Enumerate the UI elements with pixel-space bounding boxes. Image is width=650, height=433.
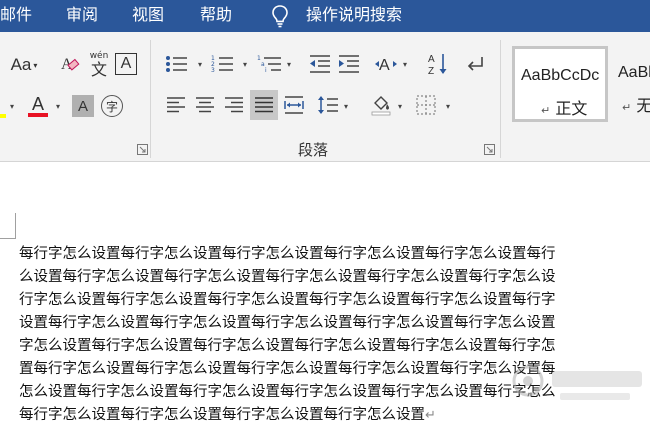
phonetic-char: 文 — [90, 60, 107, 79]
chevron-down-icon[interactable]: ▾ — [344, 103, 348, 111]
document-line[interactable]: 字怎么设置每行字怎么设置每行字怎么设置每行字怎么设置每行字怎么设置每行字怎 — [19, 337, 556, 355]
margin-corner-mark — [0, 213, 16, 239]
character-shading-label: A — [77, 97, 88, 115]
menu-mailings[interactable]: 邮件 — [0, 4, 32, 26]
borders-button[interactable] — [414, 92, 438, 118]
align-center-icon — [196, 97, 214, 113]
align-left-button[interactable] — [164, 92, 188, 118]
document-line[interactable]: 每行字怎么设置每行字怎么设置每行字怎么设置每行字怎么设置每行字怎么设置每行 — [19, 245, 556, 263]
character-border-label: A — [120, 55, 132, 72]
change-case-button[interactable]: Aa ▾ — [4, 52, 44, 78]
decrease-indent-button[interactable] — [307, 52, 333, 76]
justify-button[interactable] — [250, 90, 278, 120]
chevron-down-icon[interactable]: ▾ — [287, 61, 291, 69]
document-line[interactable]: 行字怎么设置每行字怎么设置每行字怎么设置每行字怎么设置每行字怎么设置每行字 — [19, 291, 556, 309]
sort-icon: A Z — [428, 54, 447, 77]
style-name-text: 正文 — [555, 99, 588, 118]
chinese-layout-button[interactable]: A — [372, 52, 400, 76]
svg-text:i: i — [265, 67, 267, 74]
style-sample: AaBl — [618, 64, 650, 81]
numbering-icon: 1 2 3 — [211, 55, 233, 74]
borders-icon — [416, 95, 436, 115]
bullets-button[interactable] — [164, 52, 190, 76]
phonetic-guide-button[interactable]: wén 文 — [86, 50, 112, 80]
chevron-down-icon: ▾ — [33, 60, 38, 70]
svg-text:A: A — [379, 57, 390, 74]
increase-indent-button[interactable] — [336, 52, 362, 76]
line-spacing-button[interactable] — [316, 92, 340, 118]
multilevel-list-button[interactable]: 1 a i — [256, 52, 286, 76]
clear-formatting-icon: A — [61, 56, 80, 73]
character-shading-button[interactable]: A — [72, 95, 94, 117]
document-line[interactable]: 置每行字怎么设置每行字怎么设置每行字怎么设置每行字怎么设置每行字怎么设置每 — [19, 360, 556, 378]
group-separator — [500, 40, 501, 158]
document-line[interactable]: 怎么设置每行字怎么设置每行字怎么设置每行字怎么设置每行字怎么设置每行字怎么 — [19, 383, 556, 401]
tell-me-search[interactable]: 操作说明搜索 — [306, 4, 402, 26]
sort-button[interactable]: A Z — [426, 50, 450, 78]
style-name-text: 无 — [636, 96, 650, 115]
document-line[interactable]: 么设置每行字怎么设置每行字怎么设置每行字怎么设置每行字怎么设置每行字怎么设 — [19, 268, 556, 286]
decrease-indent-icon — [310, 55, 330, 73]
enclose-characters-label: 字 — [105, 99, 118, 114]
chinese-layout-icon: A — [375, 57, 397, 74]
chevron-down-icon[interactable]: ▾ — [243, 61, 247, 69]
align-left-icon — [167, 97, 185, 113]
justify-icon — [255, 97, 273, 113]
menu-view[interactable]: 视图 — [132, 4, 164, 26]
align-right-button[interactable] — [222, 92, 246, 118]
style-no-spacing[interactable]: AaBl ↵ 无 — [610, 49, 650, 119]
numbering-button[interactable]: 1 2 3 — [210, 52, 236, 76]
style-sample: AaBbCcDc — [521, 67, 600, 84]
chevron-down-icon[interactable]: ▾ — [198, 61, 202, 69]
menu-help[interactable]: 帮助 — [200, 4, 232, 26]
increase-indent-icon — [339, 55, 359, 73]
align-right-icon — [225, 97, 243, 113]
style-name: ↵ 无 — [622, 92, 650, 116]
paint-bucket-icon — [371, 96, 391, 116]
multilevel-list-icon: 1 a i — [257, 55, 281, 74]
chevron-down-icon[interactable]: ▾ — [446, 103, 450, 111]
line-spacing-icon — [318, 96, 338, 114]
document-page[interactable]: 每行字怎么设置每行字怎么设置每行字怎么设置每行字怎么设置每行字怎么设置每行 么设… — [0, 163, 650, 433]
paragraph-mark-icon — [467, 57, 483, 71]
watermark-logo — [512, 365, 642, 400]
lightbulb-icon[interactable] — [271, 4, 289, 28]
change-case-label: Aa — [10, 55, 32, 74]
svg-text:A: A — [428, 54, 435, 65]
paragraph-mark: ↵ — [425, 408, 436, 423]
distributed-button[interactable] — [282, 92, 306, 118]
show-hide-marks-button[interactable] — [462, 52, 488, 76]
paragraph-group-label: 段落 — [298, 141, 329, 159]
document-line-last[interactable]: 每行字怎么设置每行字怎么设置每行字怎么设置每行字怎么设置↵ — [19, 406, 436, 425]
svg-text:Z: Z — [428, 66, 434, 77]
paragraph-dialog-launcher-icon[interactable] — [484, 144, 495, 155]
document-line-text: 每行字怎么设置每行字怎么设置每行字怎么设置每行字怎么设置 — [19, 407, 425, 423]
font-color-button[interactable]: A — [26, 92, 50, 120]
chevron-down-icon[interactable]: ▾ — [398, 103, 402, 111]
document-line[interactable]: 设置每行字怎么设置每行字怎么设置每行字怎么设置每行字怎么设置每行字怎么设置 — [19, 314, 556, 332]
style-normal[interactable]: AaBbCcDc ↵ 正文 — [512, 46, 608, 122]
align-center-button[interactable] — [193, 92, 217, 118]
group-separator — [150, 40, 151, 158]
chevron-down-icon[interactable]: ▾ — [403, 61, 407, 69]
character-border-button[interactable]: A — [115, 53, 137, 75]
svg-text:3: 3 — [211, 67, 215, 74]
highlight-color-swatch — [0, 114, 6, 118]
chevron-down-icon: ▾ — [10, 102, 15, 111]
ribbon: Aa ▾ A wén 文 A ▾ A ▾ A 字 ▾ 1 2 3 ▾ 1 a i… — [0, 32, 650, 162]
font-color-swatch — [28, 113, 48, 117]
distributed-icon — [284, 96, 304, 114]
shading-button[interactable] — [369, 92, 393, 118]
clear-formatting-button[interactable]: A — [58, 52, 84, 78]
bullets-icon — [166, 56, 187, 72]
style-name: ↵ 正文 — [541, 99, 588, 118]
enclose-characters-button[interactable]: 字 — [101, 95, 123, 117]
chevron-down-icon[interactable]: ▾ — [56, 103, 60, 111]
highlight-color-button[interactable]: ▾ — [0, 94, 14, 120]
font-dialog-launcher-icon[interactable] — [137, 144, 148, 155]
menu-review[interactable]: 审阅 — [66, 4, 98, 26]
menu-bar: 邮件 审阅 视图 帮助 操作说明搜索 — [0, 0, 650, 32]
font-color-label: A — [31, 93, 44, 114]
